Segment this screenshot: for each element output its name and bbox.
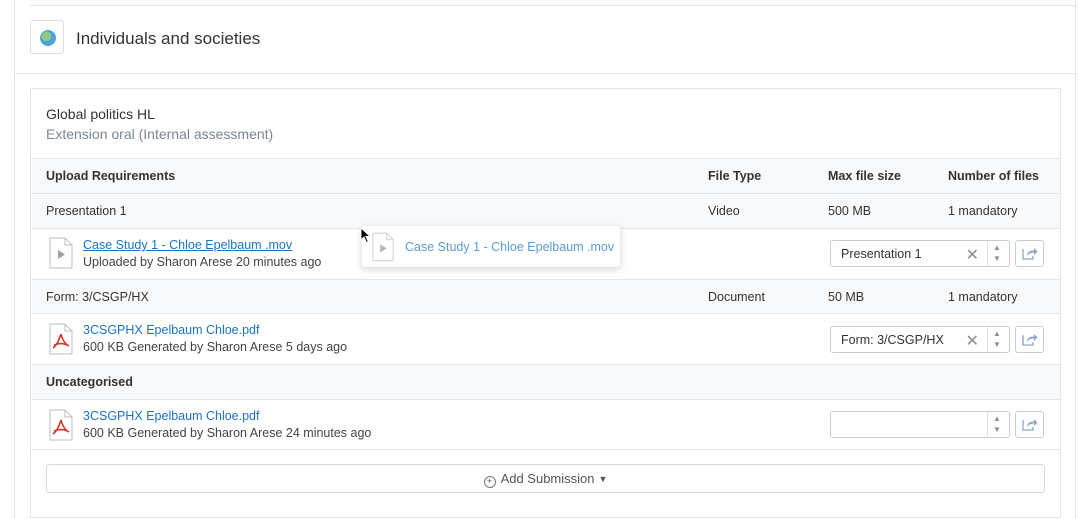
drag-ghost-label: Case Study 1 - Chloe Epelbaum .mov [405,240,615,254]
share-button[interactable] [1015,240,1044,267]
video-file-icon [49,237,73,269]
header-number-of-files: Number of files [948,169,1039,183]
globe-icon [40,30,56,46]
share-icon [1022,248,1038,260]
subject-icon-box [30,20,64,54]
requirement-select[interactable]: Form: 3/CSGP/HX ✕ ▲ ▼ [830,326,1010,353]
course-title: Global politics HL [46,106,155,122]
file-meta: Uploaded by Sharon Arese 20 minutes ago [83,255,322,269]
file-link[interactable]: 3CSGPHX Epelbaum Chloe.pdf [83,409,259,423]
course-subtitle: Extension oral (Internal assessment) [46,126,274,142]
share-button[interactable] [1015,326,1044,353]
plus-circle-icon: + [483,476,496,488]
uncategorised-label: Uncategorised [46,375,133,389]
add-submission-label: Add Submission [500,471,595,486]
stepper[interactable]: ▲ ▼ [987,241,1009,266]
stepper[interactable]: ▲ ▼ [987,412,1009,437]
caret-down-icon: ▼ [598,474,608,484]
share-icon [1022,334,1038,346]
requirement-row-form: Form: 3/CSGP/HX Document 50 MB 1 mandato… [31,279,1060,313]
table-header-row: Upload Requirements File Type Max file s… [31,158,1060,193]
requirement-select[interactable]: ▲ ▼ [830,411,1010,438]
course-card: Global politics HL Extension oral (Inter… [30,88,1061,518]
uncategorised-row: Uncategorised [31,364,1060,399]
file-meta: 600 KB Generated by Sharon Arese 24 minu… [83,426,372,440]
subject-title: Individuals and societies [76,29,261,48]
stepper[interactable]: ▲ ▼ [987,327,1009,352]
file-meta: 600 KB Generated by Sharon Arese 5 days … [83,340,348,354]
file-row-pdf: 3CSGPHX Epelbaum Chloe.pdf 600 KB Genera… [31,313,1060,364]
chevron-down-icon[interactable]: ▼ [993,340,1001,349]
requirement-file-type: Video [708,204,740,218]
drag-ghost: Case Study 1 - Chloe Epelbaum .mov [362,226,620,267]
header-max-file-size: Max file size [828,169,901,183]
chevron-up-icon[interactable]: ▲ [993,329,1001,338]
chevron-up-icon[interactable]: ▲ [993,243,1001,252]
requirement-num-files: 1 mandatory [948,290,1018,304]
requirement-row-presentation-1: Presentation 1 Video 500 MB 1 mandatory [31,193,1060,228]
video-file-icon [372,232,394,262]
requirement-name: Form: 3/CSGP/HX [46,290,149,304]
requirement-max-size: 50 MB [828,290,865,304]
header-upload-requirements: Upload Requirements [46,169,176,183]
file-row-uncategorised: 3CSGPHX Epelbaum Chloe.pdf 600 KB Genera… [31,399,1060,450]
requirement-name: Presentation 1 [46,204,127,218]
subject-header: Individuals and societies [14,5,1076,74]
pdf-file-icon [49,323,73,355]
header-file-type: File Type [708,169,762,183]
requirement-file-type: Document [708,290,765,304]
clear-icon[interactable]: ✕ [966,245,979,265]
file-link[interactable]: 3CSGPHX Epelbaum Chloe.pdf [83,323,259,337]
cursor-arrow-icon [360,227,372,244]
chevron-down-icon[interactable]: ▼ [993,254,1001,263]
select-value: Presentation 1 [841,247,922,261]
share-button[interactable] [1015,411,1044,438]
chevron-up-icon[interactable]: ▲ [993,414,1001,423]
add-submission-button[interactable]: + Add Submission ▼ [46,464,1045,493]
file-link[interactable]: Case Study 1 - Chloe Epelbaum .mov [83,238,292,252]
requirement-num-files: 1 mandatory [948,204,1018,218]
chevron-down-icon[interactable]: ▼ [993,425,1001,434]
requirement-max-size: 500 MB [828,204,872,218]
clear-icon[interactable]: ✕ [966,331,979,351]
requirement-select[interactable]: Presentation 1 ✕ ▲ ▼ [830,240,1010,267]
select-value: Form: 3/CSGP/HX [841,333,944,347]
share-icon [1022,419,1038,431]
pdf-file-icon [49,409,73,441]
